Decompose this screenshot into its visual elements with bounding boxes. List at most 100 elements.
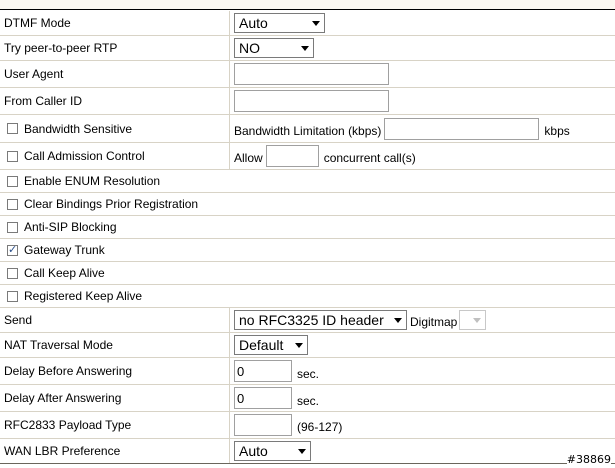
user-agent-label-cell: User Agent (0, 61, 63, 87)
digitmap-label: Digitmap (410, 315, 458, 329)
bandwidth-limit-label: Bandwidth Limitation (kbps) (234, 123, 382, 138)
wan-lbr-label: WAN LBR Preference (4, 444, 121, 458)
row-dtmf-mode: DTMF Mode Auto (0, 11, 615, 36)
concurrent-calls-input[interactable] (265, 145, 319, 167)
delay-after-unit: sec. (297, 394, 320, 408)
call-admission-checkbox[interactable] (7, 150, 18, 162)
row-call-keep-alive: Call Keep Alive (0, 262, 615, 285)
wan-lbr-value: Auto (239, 443, 268, 459)
from-caller-id-label-cell: From Caller ID (0, 88, 82, 114)
row-peer-rtp: Try peer-to-peer RTP NO (0, 36, 615, 61)
peer-rtp-label: Try peer-to-peer RTP (4, 41, 118, 55)
call-keep-alive-label: Call Keep Alive (24, 266, 105, 280)
top-band (0, 0, 615, 10)
nat-traversal-select[interactable]: Default (234, 335, 308, 355)
rfc2833-input[interactable] (234, 414, 292, 436)
wan-lbr-control-cell: Auto (229, 439, 311, 463)
gateway-trunk-label: Gateway Trunk (24, 243, 105, 257)
row-delay-after: Delay After Answering 0 sec. (0, 385, 615, 412)
wan-lbr-select[interactable]: Auto (234, 441, 311, 461)
delay-before-input[interactable]: 0 (234, 360, 292, 382)
call-admission-control-cell: Allow concurrent call(s) (229, 143, 416, 169)
peer-rtp-select[interactable]: NO (234, 38, 314, 58)
from-caller-id-input[interactable] (234, 90, 389, 112)
row-rfc2833: RFC2833 Payload Type (96-127) (0, 412, 615, 439)
bandwidth-sensitive-checkbox[interactable] (7, 123, 18, 134)
gateway-trunk-checkbox[interactable] (7, 243, 18, 256)
send-select[interactable]: no RFC3325 ID header (234, 310, 407, 330)
clear-bindings-label: Clear Bindings Prior Registration (24, 197, 199, 211)
wan-lbr-label-cell: WAN LBR Preference (0, 439, 120, 463)
dtmf-mode-label-cell: DTMF Mode (0, 11, 71, 35)
clear-bindings-cell: Clear Bindings Prior Registration (0, 193, 198, 215)
row-wan-lbr: WAN LBR Preference Auto (0, 439, 615, 464)
row-delay-before: Delay Before Answering 0 sec. (0, 358, 615, 385)
row-gateway-trunk: Gateway Trunk (0, 239, 615, 262)
delay-before-unit: sec. (297, 367, 320, 381)
bandwidth-sensitive-label: Bandwidth Sensitive (24, 121, 133, 136)
dtmf-mode-select[interactable]: Auto (234, 13, 325, 33)
rfc2833-label: RFC2833 Payload Type (4, 418, 132, 432)
rfc2833-control-cell: (96-127) (229, 412, 342, 438)
chevron-down-icon (394, 318, 402, 323)
send-label: Send (4, 313, 33, 327)
call-admission-label-cell: Call Admission Control (0, 143, 145, 169)
bandwidth-sensitive-label-cell: Bandwidth Sensitive (0, 115, 132, 142)
user-agent-label: User Agent (4, 67, 64, 81)
chevron-down-icon (301, 46, 309, 51)
delay-before-label-cell: Delay Before Answering (0, 358, 132, 384)
bandwidth-unit: kbps (544, 123, 570, 138)
user-agent-input[interactable] (234, 63, 389, 85)
row-from-caller-id: From Caller ID (0, 88, 615, 115)
concurrent-calls-suffix: concurrent call(s) (323, 151, 416, 165)
rfc2833-label-cell: RFC2833 Payload Type (0, 412, 131, 438)
digitmap-select[interactable] (459, 310, 487, 330)
chevron-down-icon (298, 449, 306, 454)
row-registered-keep-alive: Registered Keep Alive (0, 285, 615, 308)
row-enum-resolution: Enable ENUM Resolution (0, 170, 615, 193)
delay-after-label: Delay After Answering (4, 391, 122, 405)
send-control-cell: no RFC3325 ID header Digitmap (229, 308, 487, 332)
enum-resolution-checkbox[interactable] (7, 175, 18, 187)
delay-after-input[interactable]: 0 (234, 387, 292, 409)
nat-traversal-control-cell: Default (229, 333, 308, 357)
clear-bindings-checkbox[interactable] (7, 198, 18, 210)
dtmf-mode-value: Auto (239, 15, 268, 31)
anti-sip-checkbox[interactable] (7, 221, 18, 233)
nat-traversal-value: Default (239, 337, 284, 353)
enum-resolution-cell: Enable ENUM Resolution (0, 170, 160, 192)
delay-before-label: Delay Before Answering (4, 364, 133, 378)
chevron-down-icon (473, 318, 482, 323)
row-send: Send no RFC3325 ID header Digitmap (0, 308, 615, 333)
delay-after-control-cell: 0 sec. (229, 385, 319, 411)
registered-keep-alive-label: Registered Keep Alive (24, 289, 143, 303)
row-user-agent: User Agent (0, 61, 615, 88)
delay-before-control-cell: 0 sec. (229, 358, 319, 384)
row-nat-traversal: NAT Traversal Mode Default (0, 333, 615, 358)
user-agent-control-cell (229, 61, 389, 87)
rfc2833-range: (96-127) (297, 420, 343, 434)
row-bandwidth-sensitive: Bandwidth Sensitive Bandwidth Limitation… (0, 115, 615, 143)
watermark-id: #38869 (566, 453, 611, 466)
delay-after-label-cell: Delay After Answering (0, 385, 121, 411)
row-clear-bindings: Clear Bindings Prior Registration (0, 193, 615, 216)
anti-sip-cell: Anti-SIP Blocking (0, 216, 117, 238)
call-admission-label: Call Admission Control (24, 149, 145, 163)
send-value: no RFC3325 ID header (239, 312, 384, 328)
peer-rtp-label-cell: Try peer-to-peer RTP (0, 36, 117, 60)
chevron-down-icon (295, 343, 303, 348)
peer-rtp-control-cell: NO (229, 36, 314, 60)
chevron-down-icon (312, 21, 320, 26)
gateway-trunk-cell: Gateway Trunk (0, 239, 105, 261)
bandwidth-limit-input[interactable] (384, 117, 540, 140)
registered-keep-alive-checkbox[interactable] (7, 290, 18, 302)
dtmf-mode-control-cell: Auto (229, 11, 325, 35)
dtmf-mode-label: DTMF Mode (4, 16, 71, 30)
send-label-cell: Send (0, 308, 32, 332)
nat-traversal-label-cell: NAT Traversal Mode (0, 333, 113, 357)
from-caller-id-control-cell (229, 88, 389, 114)
from-caller-id-label: From Caller ID (4, 94, 83, 108)
call-keep-alive-cell: Call Keep Alive (0, 262, 105, 284)
call-keep-alive-checkbox[interactable] (7, 267, 18, 279)
row-anti-sip: Anti-SIP Blocking (0, 216, 615, 239)
